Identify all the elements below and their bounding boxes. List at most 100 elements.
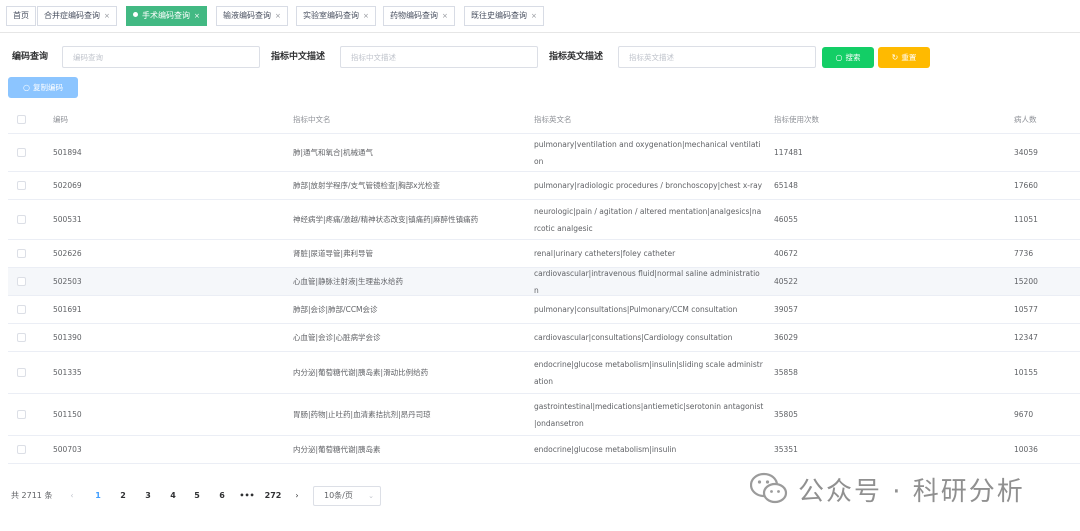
code-cell: 501335: [53, 368, 82, 377]
row-checkbox[interactable]: [17, 277, 26, 286]
wechat-icon: [750, 472, 788, 504]
usage-count-cell: 39057: [774, 305, 798, 314]
usage-count-cell: 35805: [774, 410, 798, 419]
code-cell: 501390: [53, 333, 82, 342]
close-icon[interactable]: ×: [194, 12, 200, 20]
usage-count-cell: 40672: [774, 249, 798, 258]
next-page-button[interactable]: ›: [287, 484, 307, 508]
en-name-cell: cardiovascular|intravenous fluid|normal …: [534, 268, 760, 295]
prev-page-button[interactable]: ‹: [62, 484, 82, 508]
table-row[interactable]: 501894 肺|通气和氧合|机械通气 pulmonary|ventilation …: [8, 134, 1080, 172]
patient-count-cell: 12347: [1014, 333, 1038, 342]
table-row[interactable]: 500531 神经病学|疼痛/激越/精神状态改变|镇痛药|麻醉性镇痛药 neurol…: [8, 200, 1080, 240]
code-table: 编码 指标中文名 指标英文名 指标使用次数 病人数 501894 肺|通气和氧合|…: [8, 106, 1080, 464]
tab-surgery-code[interactable]: 手术编码查询 ×: [126, 6, 207, 26]
code-query-input[interactable]: [62, 46, 260, 68]
tab-label: 药物编码查询: [390, 11, 438, 20]
page-5-button[interactable]: 5: [187, 484, 207, 508]
last-page-button[interactable]: 272: [262, 484, 284, 508]
tab-home[interactable]: 首页: [6, 6, 36, 26]
page-4-button[interactable]: 4: [163, 484, 183, 508]
watermark-text: 公众号 · 科研分析: [798, 476, 1025, 507]
patient-count-cell: 17660: [1014, 181, 1038, 190]
tab-drug-code[interactable]: 药物编码查询 ×: [383, 6, 455, 26]
table-row[interactable]: 502503 心血管|静脉注射液|生理盐水给药 cardiovascular|int…: [8, 268, 1080, 296]
more-pages-button[interactable]: •••: [237, 484, 257, 508]
tab-comorbidity-code[interactable]: 合并症编码查询 ×: [37, 6, 117, 26]
page-3-button[interactable]: 3: [138, 484, 158, 508]
cn-name-cell: 内分泌|葡萄糖代谢|胰岛素: [293, 445, 381, 454]
en-name-cell: pulmonary|ventilation and oxygenation|me…: [534, 139, 761, 166]
cn-name-cell: 内分泌|葡萄糖代谢|胰岛素|滑动比例给药: [293, 368, 429, 377]
usage-count-cell: 46055: [774, 215, 798, 224]
cn-name-cell: 肺部|会诊|肺部/CCM会诊: [293, 305, 378, 314]
en-name-cell: cardiovascular|consultations|Cardiology …: [534, 333, 733, 342]
code-cell: 500703: [53, 445, 82, 454]
search-button-label: 搜索: [845, 53, 861, 62]
copy-code-button-label: 复制编码: [32, 83, 63, 92]
patient-count-cell: 10155: [1014, 368, 1038, 377]
column-header-en-name[interactable]: 指标英文名: [534, 106, 764, 133]
usage-count-cell: 35351: [774, 445, 798, 454]
search-icon: ○: [835, 53, 843, 62]
row-checkbox[interactable]: [17, 445, 26, 454]
total-count: 共 2711 条: [11, 491, 53, 500]
page-2-button[interactable]: 2: [113, 484, 133, 508]
row-checkbox[interactable]: [17, 305, 26, 314]
code-cell: 501150: [53, 410, 82, 419]
row-checkbox[interactable]: [17, 333, 26, 342]
column-header-code[interactable]: 编码: [53, 106, 253, 133]
usage-count-cell: 65148: [774, 181, 798, 190]
patient-count-cell: 10036: [1014, 445, 1038, 454]
patient-count-cell: 9670: [1014, 410, 1034, 419]
page-size-select[interactable]: 10条/页 ⌄: [313, 486, 381, 506]
select-all-checkbox[interactable]: [17, 115, 26, 124]
code-cell: 501894: [53, 148, 82, 157]
close-icon[interactable]: ×: [531, 12, 537, 20]
column-header-patient-count[interactable]: 病人数: [1014, 106, 1080, 133]
en-desc-label: 指标英文描述: [549, 52, 604, 62]
tab-history-code[interactable]: 既往史编码查询 ×: [464, 6, 544, 26]
en-name-cell: renal|urinary catheters|foley catheter: [534, 249, 676, 258]
tab-label: 实验室编码查询: [303, 11, 359, 20]
close-icon[interactable]: ×: [442, 12, 448, 20]
close-icon[interactable]: ×: [275, 12, 281, 20]
row-checkbox[interactable]: [17, 215, 26, 224]
reset-button[interactable]: ↻ 重置: [878, 47, 930, 68]
usage-count-cell: 36029: [774, 333, 798, 342]
row-checkbox[interactable]: [17, 410, 26, 419]
table-row[interactable]: 501150 胃肠|药物|止吐药|血清素拮抗剂|昂丹司琼 gastrointesti…: [8, 394, 1080, 436]
page-6-button[interactable]: 6: [212, 484, 232, 508]
search-button[interactable]: ○ 搜索: [822, 47, 874, 68]
table-row[interactable]: 501390 心血管|会诊|心脏病学会诊 cardiovascular|consul…: [8, 324, 1080, 352]
patient-count-cell: 7736: [1014, 249, 1034, 258]
tab-infusion-code[interactable]: 输液编码查询 ×: [216, 6, 288, 26]
cn-name-cell: 肺|通气和氧合|机械通气: [293, 148, 374, 157]
row-checkbox[interactable]: [17, 181, 26, 190]
table-row[interactable]: 502069 肺部|放射学程序/支气管镜检查|胸部x光检查 pulmonary|ra…: [8, 172, 1080, 200]
close-icon[interactable]: ×: [363, 12, 369, 20]
code-query-label: 编码查询: [12, 52, 49, 62]
table-body: 501894 肺|通气和氧合|机械通气 pulmonary|ventilation …: [8, 134, 1080, 464]
tab-label: 首页: [13, 11, 29, 20]
en-desc-input[interactable]: [618, 46, 816, 68]
table-row[interactable]: 500703 内分泌|葡萄糖代谢|胰岛素 endocrine|glucose met…: [8, 436, 1080, 464]
code-cell: 501691: [53, 305, 82, 314]
cn-desc-input[interactable]: [340, 46, 538, 68]
close-icon[interactable]: ×: [104, 12, 110, 20]
column-header-usage-count[interactable]: 指标使用次数: [774, 106, 974, 133]
column-header-cn-name[interactable]: 指标中文名: [293, 106, 523, 133]
cn-name-cell: 心血管|静脉注射液|生理盐水给药: [293, 277, 404, 286]
page-1-button[interactable]: 1: [88, 484, 108, 508]
table-row[interactable]: 501691 肺部|会诊|肺部/CCM会诊 pulmonary|consultati…: [8, 296, 1080, 324]
watermark: 公众号 · 科研分析: [750, 466, 1025, 512]
tab-lab-code[interactable]: 实验室编码查询 ×: [296, 6, 376, 26]
usage-count-cell: 40522: [774, 277, 798, 286]
usage-count-cell: 35858: [774, 368, 798, 377]
table-row[interactable]: 501335 内分泌|葡萄糖代谢|胰岛素|滑动比例给药 endocrine|gluc…: [8, 352, 1080, 394]
code-cell: 502503: [53, 277, 82, 286]
row-checkbox[interactable]: [17, 249, 26, 258]
copy-code-button[interactable]: ○ 复制编码: [8, 77, 78, 98]
row-checkbox[interactable]: [17, 148, 26, 157]
row-checkbox[interactable]: [17, 368, 26, 377]
